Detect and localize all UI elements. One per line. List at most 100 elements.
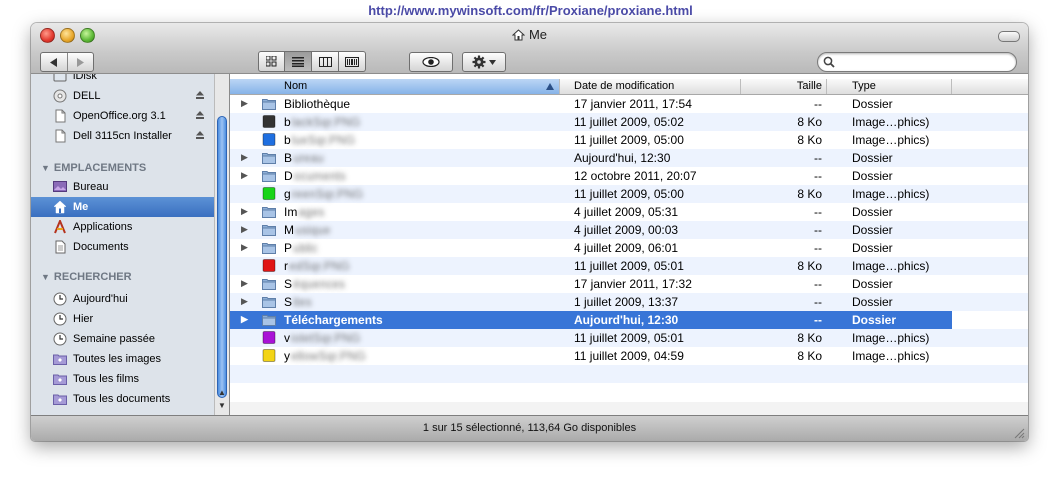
file-row[interactable]: ▶ Séquences 17 janvier 2011, 17:32 -- Dossie…	[230, 275, 1028, 293]
file-name-blurred: équences	[293, 277, 346, 291]
file-row[interactable]: yellowSqr.PNG 11 juillet 2009, 04:59 8 Ko I…	[230, 347, 1028, 365]
sidebar-item-label: Tous les films	[73, 373, 140, 385]
file-row[interactable]: ▶ Bibliothèque 17 janvier 2011, 17:54 -- Dos…	[230, 95, 1028, 113]
column-header-date[interactable]: Date de modification	[560, 79, 741, 94]
disclosure-triangle-icon[interactable]: ▶	[241, 278, 248, 289]
sidebar-item-label: Semaine passée	[73, 333, 155, 345]
column-header-type[interactable]: Type	[827, 79, 952, 94]
forward-button[interactable]	[68, 53, 94, 71]
clock-icon	[53, 292, 67, 306]
file-type: Image…phics)	[852, 349, 930, 363]
file-row[interactable]: ▶ Téléchargements Aujourd'hui, 12:30 -- Doss…	[230, 311, 952, 329]
sidebar-item[interactable]: Bureau	[31, 177, 214, 197]
sidebar-scrollbar[interactable]: ▲ ▼	[214, 74, 229, 415]
sidebar-item[interactable]: Toutes les images	[31, 349, 214, 369]
image-file-icon	[262, 115, 276, 128]
file-size: --	[814, 223, 822, 237]
column-header-size[interactable]: Taille	[741, 79, 827, 94]
icon-view-button[interactable]	[258, 51, 285, 72]
disclosure-triangle-icon[interactable]: ▼	[41, 272, 50, 282]
disclosure-triangle-icon[interactable]: ▶	[241, 296, 248, 307]
file-row[interactable]: blueSqr.PNG 11 juillet 2009, 05:00 8 Ko Ima…	[230, 131, 1028, 149]
folder-icon	[262, 313, 276, 326]
file-name-visible: v	[284, 331, 290, 345]
file-row[interactable]: violetSqr.PNG 11 juillet 2009, 05:01 8 Ko I…	[230, 329, 1028, 347]
file-name-blurred: ublic	[293, 241, 318, 255]
sidebar-section-header[interactable]: ▼ EMPLACEMENTS	[41, 162, 146, 174]
file-row[interactable]: ▶ Images 4 juillet 2009, 05:31 -- Dossier	[230, 203, 1028, 221]
sidebar-item[interactable]: Aujourd'hui	[31, 289, 214, 309]
sidebar-item[interactable]: Hier	[31, 309, 214, 329]
file-row[interactable]: redSqr.PNG 11 juillet 2009, 05:01 8 Ko Imag…	[230, 257, 1028, 275]
sidebar-item[interactable]: iDisk	[31, 74, 214, 86]
file-size: --	[814, 241, 822, 255]
column-headers: Nom Date de modification Taille Type	[230, 79, 1028, 95]
action-menu-button[interactable]	[462, 52, 506, 72]
quick-look-button[interactable]	[409, 52, 453, 72]
file-name-visible: S	[284, 277, 293, 291]
toolbar-toggle-button[interactable]	[998, 31, 1020, 42]
eject-icon[interactable]	[195, 90, 205, 103]
file-row[interactable]: ▶ Bureau Aujourd'hui, 12:30 -- Dossier	[230, 149, 1028, 167]
disclosure-triangle-icon[interactable]: ▶	[241, 98, 248, 109]
sidebar-item[interactable]: Me	[31, 197, 214, 217]
sidebar-item[interactable]: Tous les films	[31, 369, 214, 389]
disclosure-triangle-icon[interactable]: ▶	[241, 242, 248, 253]
column-view-button[interactable]	[312, 51, 339, 72]
file-type: Image…phics)	[852, 187, 930, 201]
search-field[interactable]	[817, 52, 1017, 72]
file-name-visible: b	[284, 115, 291, 129]
file-row[interactable]: ▶ Public 4 juillet 2009, 06:01 -- Dossier	[230, 239, 1028, 257]
sidebar-item[interactable]: OpenOffice.org 3.1	[31, 106, 214, 126]
sidebar-item-label: Aujourd'hui	[73, 293, 128, 305]
folder-icon	[262, 295, 276, 308]
resize-grip-icon[interactable]	[1014, 428, 1025, 439]
nav-buttons	[40, 52, 94, 72]
scroll-down-arrow[interactable]: ▼	[217, 401, 227, 413]
disclosure-triangle-icon[interactable]: ▼	[41, 163, 50, 173]
scroll-up-arrow[interactable]: ▲	[217, 388, 227, 400]
column-header-size-label: Taille	[796, 80, 822, 92]
coverflow-view-button[interactable]	[339, 51, 366, 72]
file-name: blueSqr.PNG	[284, 133, 355, 147]
folder-icon	[262, 205, 276, 218]
file-size: 8 Ko	[797, 133, 822, 147]
file-row[interactable]: ▶ Sites 1 juillet 2009, 13:37 -- Dossier	[230, 293, 1028, 311]
sidebar-item[interactable]: Applications	[31, 217, 214, 237]
file-date: 11 juillet 2009, 05:00	[574, 133, 684, 147]
sidebar-scroll-thumb[interactable]	[217, 116, 227, 398]
file-name-blurred: ellowSqr.PNG	[291, 349, 366, 363]
horizontal-scroll-area[interactable]	[230, 402, 1028, 415]
disclosure-triangle-icon[interactable]: ▶	[241, 170, 248, 181]
image-file-icon	[262, 259, 276, 272]
file-date: 11 juillet 2009, 05:02	[574, 115, 684, 129]
file-date: 11 juillet 2009, 04:59	[574, 349, 684, 363]
file-row[interactable]: ▶ Musique 4 juillet 2009, 00:03 -- Dossier	[230, 221, 1028, 239]
sidebar-item[interactable]: Semaine passée	[31, 329, 214, 349]
sidebar-item[interactable]: Dell 3115cn Installer	[31, 126, 214, 146]
list-view-button[interactable]	[285, 51, 312, 72]
folder-icon	[262, 277, 276, 290]
disclosure-triangle-icon[interactable]: ▶	[241, 152, 248, 163]
file-row[interactable]: blackSqr.PNG 11 juillet 2009, 05:02 8 Ko Im…	[230, 113, 1028, 131]
back-button[interactable]	[41, 53, 68, 71]
file-row[interactable]: greenSqr.PNG 11 juillet 2009, 05:00 8 Ko Im…	[230, 185, 1028, 203]
finder-window: Me ▲ ▼ iDisk DELL OpenOffice.org 3.1 Del…	[31, 23, 1028, 441]
disclosure-triangle-icon[interactable]: ▶	[241, 224, 248, 235]
eject-icon[interactable]	[195, 130, 205, 143]
file-date: 11 juillet 2009, 05:01	[574, 259, 684, 273]
column-header-type-label: Type	[852, 80, 876, 92]
sidebar-item[interactable]: DELL	[31, 86, 214, 106]
file-date: 17 janvier 2011, 17:54	[574, 97, 692, 111]
file-name-blurred: usique	[295, 223, 331, 237]
file-name-visible: r	[284, 259, 288, 273]
disclosure-triangle-icon[interactable]: ▶	[241, 206, 248, 217]
eject-icon[interactable]	[195, 110, 205, 123]
column-header-name[interactable]: Nom	[230, 79, 560, 94]
sidebar-section-header[interactable]: ▼ RECHERCHER	[41, 271, 132, 283]
sidebar-item[interactable]: Tous les documents	[31, 389, 214, 409]
file-row[interactable]: ▶ Documents 12 octobre 2011, 20:07 -- Dossie…	[230, 167, 1028, 185]
sidebar-section-title: EMPLACEMENTS	[53, 162, 147, 174]
disclosure-triangle-icon[interactable]: ▶	[241, 314, 248, 325]
sidebar-item[interactable]: Documents	[31, 237, 214, 257]
